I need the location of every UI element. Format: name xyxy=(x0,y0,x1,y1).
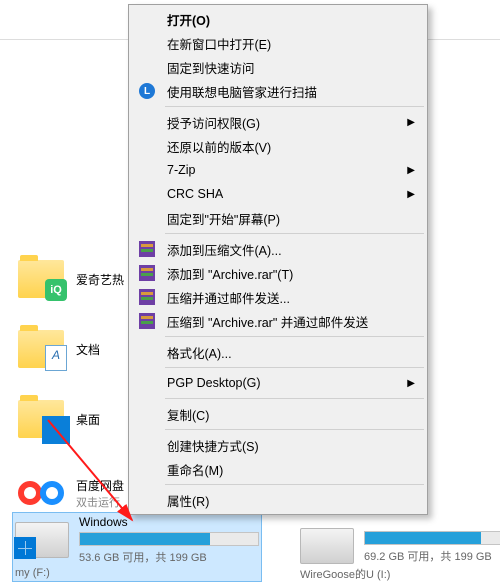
winrar-icon xyxy=(137,263,157,283)
separator xyxy=(165,233,424,234)
chevron-right-icon: ▶ xyxy=(407,189,415,200)
menu-7zip[interactable]: 7-Zip ▶ xyxy=(131,158,425,182)
folder-label: 桌面 xyxy=(76,411,100,428)
folder-icon xyxy=(18,400,64,438)
menu-format[interactable]: 格式化(A)... xyxy=(131,340,425,364)
separator xyxy=(165,484,424,485)
drive-other[interactable]: 69.2 GB 可用，共 199 GB WireGoose的U (I:) xyxy=(300,528,500,582)
drive-c[interactable]: Windows 53.6 GB 可用，共 199 GB my (F:) xyxy=(12,512,262,582)
folder-icon: iQ xyxy=(18,260,64,298)
menu-lenovo-scan[interactable]: L 使用联想电脑管家进行扫描 xyxy=(131,79,425,103)
menu-crc-sha[interactable]: CRC SHA ▶ xyxy=(131,182,425,206)
menu-add-archive[interactable]: 添加到压缩文件(A)... xyxy=(131,237,425,261)
drive-icon xyxy=(300,528,354,564)
menu-properties[interactable]: 属性(R) xyxy=(131,488,425,512)
context-menu: 打开(O) 在新窗口中打开(E) 固定到快速访问 L 使用联想电脑管家进行扫描 … xyxy=(128,4,428,515)
menu-rename[interactable]: 重命名(M) xyxy=(131,457,425,481)
separator xyxy=(165,336,424,337)
document-icon: A xyxy=(45,345,67,371)
lenovo-icon: L xyxy=(137,81,157,101)
drive-usage-bar xyxy=(79,532,259,546)
winrar-icon xyxy=(137,239,157,259)
folder-label: 文档 xyxy=(76,341,100,358)
menu-open[interactable]: 打开(O) xyxy=(131,7,425,31)
folder-icon: A xyxy=(18,330,64,368)
chevron-right-icon: ▶ xyxy=(407,165,415,176)
folder-label: 百度网盘 xyxy=(76,477,124,494)
separator xyxy=(165,367,424,368)
menu-restore-previous[interactable]: 还原以前的版本(V) xyxy=(131,134,425,158)
folder-label: 爱奇艺热 xyxy=(76,271,124,288)
menu-add-to-rar[interactable]: 添加到 "Archive.rar"(T) xyxy=(131,261,425,285)
menu-create-shortcut[interactable]: 创建快捷方式(S) xyxy=(131,433,425,457)
menu-pin-start[interactable]: 固定到"开始"屏幕(P) xyxy=(131,206,425,230)
drive-icon xyxy=(15,522,69,558)
baidu-netdisk-icon xyxy=(18,470,64,516)
drive-mount: WireGoose的U (I:) xyxy=(300,566,500,582)
separator xyxy=(165,106,424,107)
drive-info: 53.6 GB 可用，共 199 GB xyxy=(79,549,259,565)
menu-open-new-window[interactable]: 在新窗口中打开(E) xyxy=(131,31,425,55)
menu-compress-rar-email[interactable]: 压缩到 "Archive.rar" 并通过邮件发送 xyxy=(131,309,425,333)
separator xyxy=(165,429,424,430)
drive-name: Windows xyxy=(79,515,259,529)
winrar-icon xyxy=(137,287,157,307)
menu-grant-access[interactable]: 授予访问权限(G) ▶ xyxy=(131,110,425,134)
drive-mount: my (F:) xyxy=(15,567,259,579)
menu-pin-quick-access[interactable]: 固定到快速访问 xyxy=(131,55,425,79)
separator xyxy=(165,398,424,399)
drive-info: 69.2 GB 可用，共 199 GB xyxy=(364,548,500,564)
desktop-icon xyxy=(42,416,70,444)
menu-pgp[interactable]: PGP Desktop(G) ▶ xyxy=(131,371,425,395)
chevron-right-icon: ▶ xyxy=(407,378,415,389)
menu-compress-email[interactable]: 压缩并通过邮件发送... xyxy=(131,285,425,309)
chevron-right-icon: ▶ xyxy=(407,117,415,128)
folder-sub: 双击运行 xyxy=(76,494,124,510)
menu-copy[interactable]: 复制(C) xyxy=(131,402,425,426)
winrar-icon xyxy=(137,311,157,331)
drive-usage-bar xyxy=(364,531,500,545)
iqiyi-icon: iQ xyxy=(45,279,67,301)
